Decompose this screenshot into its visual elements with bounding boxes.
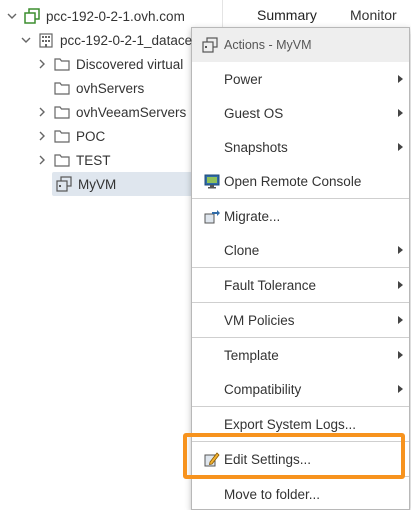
tree-node-folder[interactable]: Discovered virtual (36, 52, 183, 76)
submenu-arrow-icon (398, 109, 403, 117)
menu-item-snapshots[interactable]: Snapshots (192, 130, 409, 164)
submenu-arrow-icon (398, 316, 403, 324)
menu-item-label: Snapshots (224, 139, 288, 155)
menu-item-label: VM Policies (224, 312, 295, 328)
submenu-arrow-icon (398, 351, 403, 359)
tab-summary[interactable]: Summary (257, 7, 317, 23)
tree-node-label: MyVM (78, 176, 117, 192)
chevron-right-icon[interactable] (36, 106, 48, 118)
menu-header: Actions - MyVM (192, 28, 409, 62)
tree-node-label: ovhVeeamServers (76, 104, 187, 120)
menu-item-label: Open Remote Console (224, 173, 362, 189)
folder-icon (54, 80, 70, 96)
menu-item-compatibility[interactable]: Compatibility (192, 372, 409, 406)
tree-node-label: Discovered virtual (76, 56, 184, 72)
remote-console-icon (204, 173, 220, 189)
tree-node-vcenter[interactable]: pcc-192-0-2-1.ovh.com (6, 4, 185, 28)
tree-node-folder[interactable]: ovhServers (36, 76, 144, 100)
tree-node-datacenter[interactable]: pcc-192-0-2-1_datace (20, 28, 192, 52)
menu-item-label: Edit Settings... (224, 451, 312, 467)
menu-item-migrate[interactable]: Migrate... (192, 199, 409, 233)
tree-node-label: TEST (76, 152, 111, 168)
vm-icon (202, 37, 218, 53)
menu-item-fault-tolerance[interactable]: Fault Tolerance (192, 268, 409, 302)
menu-item-export-system-logs[interactable]: Export System Logs... (192, 407, 409, 441)
menu-item-clone[interactable]: Clone (192, 233, 409, 267)
menu-item-power[interactable]: Power (192, 62, 409, 96)
folder-icon (54, 56, 70, 72)
submenu-arrow-icon (398, 143, 403, 151)
menu-item-label: Clone (224, 242, 260, 258)
menu-item-label: Migrate... (224, 208, 281, 224)
menu-header-title: Actions - MyVM (224, 38, 312, 52)
vcenter-icon (24, 8, 40, 24)
tree-node-label: pcc-192-0-2-1_datace (60, 32, 193, 48)
chevron-down-icon[interactable] (6, 10, 18, 22)
inventory-tree: pcc-192-0-2-1.ovh.com pcc-192-0-2-1_data… (0, 0, 246, 508)
chevron-right-icon[interactable] (36, 130, 48, 142)
datacenter-icon (38, 32, 54, 48)
tree-node-folder[interactable]: TEST (36, 148, 111, 172)
menu-item-label: Fault Tolerance (224, 277, 317, 293)
tree-node-folder[interactable]: ovhVeeamServers (36, 100, 186, 124)
submenu-arrow-icon (398, 246, 403, 254)
tree-node-label: pcc-192-0-2-1.ovh.com (46, 8, 185, 24)
menu-item-label: Power (224, 71, 263, 87)
menu-item-template[interactable]: Template (192, 338, 409, 372)
submenu-arrow-icon (398, 385, 403, 393)
tree-node-vm-selected[interactable]: MyVM (52, 172, 246, 196)
menu-item-vm-policies[interactable]: VM Policies (192, 303, 409, 337)
menu-item-label: Template (224, 347, 279, 363)
tree-node-folder[interactable]: POC (36, 124, 105, 148)
tree-node-label: ovhServers (76, 80, 145, 96)
menu-item-label: Export System Logs... (224, 416, 357, 432)
chevron-down-icon[interactable] (20, 34, 32, 46)
menu-item-edit-settings[interactable]: Edit Settings... (192, 442, 409, 476)
folder-icon (54, 128, 70, 144)
chevron-right-icon[interactable] (36, 154, 48, 166)
menu-item-open-remote-console[interactable]: Open Remote Console (192, 164, 409, 198)
tab-monitor[interactable]: Monitor (350, 7, 397, 23)
menu-item-label: Guest OS (224, 105, 284, 121)
folder-icon (54, 152, 70, 168)
menu-item-move-to-folder[interactable]: Move to folder... (192, 477, 409, 509)
menu-item-label: Compatibility (224, 381, 302, 397)
menu-item-label: Move to folder... (224, 486, 321, 502)
folder-icon (54, 104, 70, 120)
edit-settings-icon (204, 451, 220, 467)
tree-node-label: POC (76, 128, 106, 144)
submenu-arrow-icon (398, 281, 403, 289)
chevron-right-icon[interactable] (36, 58, 48, 70)
migrate-icon (204, 208, 220, 224)
menu-item-guest-os[interactable]: Guest OS (192, 96, 409, 130)
vm-icon (56, 176, 72, 192)
submenu-arrow-icon (398, 75, 403, 83)
actions-context-menu: Actions - MyVM Power Guest OS Snapshots … (191, 27, 410, 510)
